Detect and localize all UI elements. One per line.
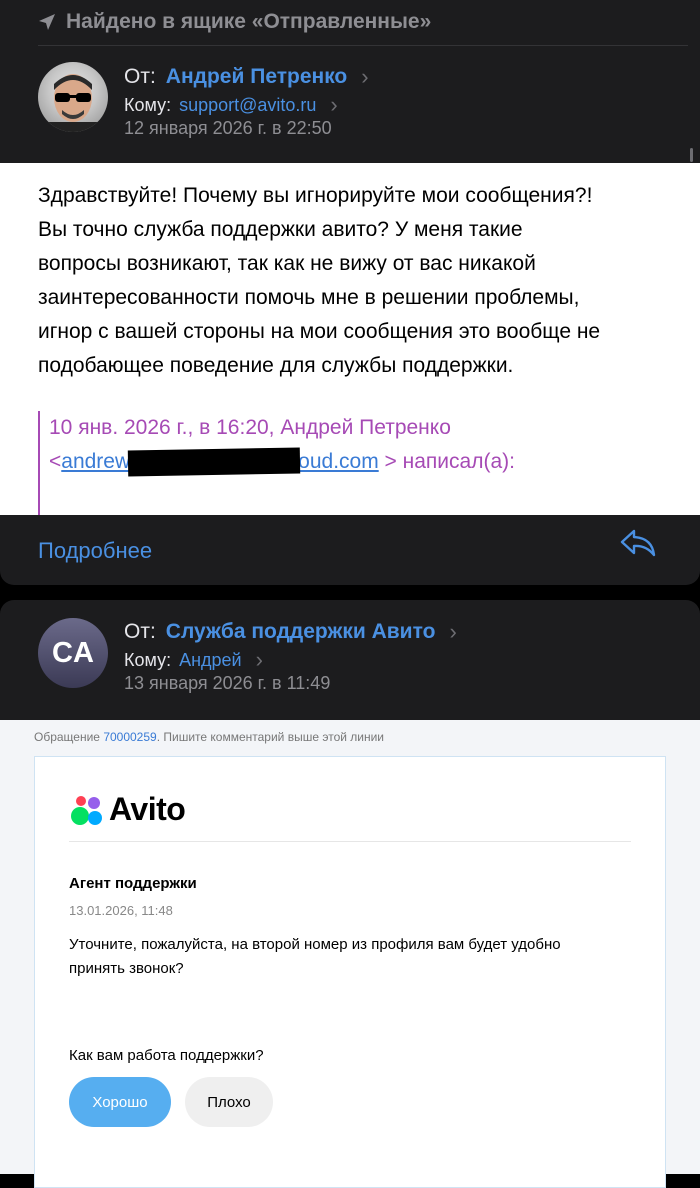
avito-logo: Avito [69, 791, 186, 828]
agent-title: Агент поддержки [69, 875, 197, 892]
recipient-link[interactable]: Андрей [179, 650, 242, 671]
to-label: Кому: [124, 649, 172, 670]
wrote-label: > написал(а): [384, 450, 515, 473]
divider [38, 45, 688, 46]
ticket-line: Обращение 70000259. Пишите комментарий в… [34, 730, 385, 744]
chevron-right-icon[interactable]: › [449, 619, 456, 645]
ticket-number-link[interactable]: 70000259 [103, 730, 156, 744]
redaction-bar [127, 447, 301, 477]
rate-good-button[interactable]: Хорошо [69, 1077, 171, 1127]
scroll-indicator[interactable] [690, 148, 693, 162]
rating-question: Как вам работа поддержки? [69, 1047, 264, 1064]
to-row: Кому: support@avito.ru › [124, 92, 338, 118]
location-arrow-icon [39, 14, 55, 30]
found-in-folder-bar: Найдено в ящике «Отправленные» [0, 0, 700, 45]
chevron-right-icon[interactable]: › [256, 647, 263, 673]
divider [69, 841, 631, 842]
to-row: Кому: Андрей › [124, 647, 263, 673]
to-label: Кому: [124, 94, 172, 115]
more-details-link[interactable]: Подробнее [38, 538, 152, 564]
avatar-photo-icon [43, 74, 103, 132]
rate-bad-button[interactable]: Плохо [185, 1077, 273, 1127]
message-date: 13 января 2026 г. в 11:49 [124, 673, 331, 693]
chevron-right-icon[interactable]: › [361, 64, 368, 90]
sender-name-link[interactable]: Андрей Петренко [166, 65, 347, 89]
support-message: Уточните, пожалуйста, на второй номер из… [69, 936, 561, 977]
from-label: От: [124, 65, 156, 88]
recipient-link[interactable]: support@avito.ru [179, 95, 316, 116]
avito-message-panel: Avito Агент поддержки 13.01.2026, 11:48 … [34, 756, 666, 1188]
quoted-reply: 10 янв. 2026 г., в 16:20, Андрей Петренк… [38, 411, 515, 515]
quote-email-link[interactable]: andrew [61, 450, 130, 473]
chevron-right-icon[interactable]: › [330, 92, 337, 118]
banner-text: Найдено в ящике «Отправленные» [66, 10, 432, 33]
sender-name-link[interactable]: Служба поддержки Авито [166, 620, 436, 644]
message-card-sent: От: Андрей Петренко › Кому: support@avit… [0, 45, 700, 585]
from-row: От: Служба поддержки Авито › [124, 619, 457, 645]
avito-logo-icon [71, 795, 102, 825]
avatar[interactable] [38, 62, 108, 132]
quote-email-link-end[interactable]: oud.com [298, 450, 379, 473]
email-body-text: Здравствуйте! Почему вы игнорируйте мои … [38, 184, 601, 377]
avito-email-body: Обращение 70000259. Пишите комментарий в… [0, 720, 700, 1188]
message-timestamp: 13.01.2026, 11:48 [69, 903, 173, 918]
avito-logo-text: Avito [109, 791, 186, 827]
from-label: От: [124, 620, 156, 643]
from-row: От: Андрей Петренко › [124, 64, 369, 90]
message-date: 12 января 2026 г. в 22:50 [124, 118, 332, 138]
email-body: Здравствуйте! Почему вы игнорируйте мои … [0, 163, 700, 515]
avatar[interactable]: CA [38, 618, 108, 688]
found-in-sent-banner[interactable]: Найдено в ящике «Отправленные» [38, 10, 431, 34]
quote-email-line: <andrew oud.com > написал(а): [49, 445, 515, 479]
reply-icon[interactable] [618, 527, 658, 561]
quote-header: 10 янв. 2026 г., в 16:20, Андрей Петренк… [49, 416, 451, 439]
message-card-received: CA От: Служба поддержки Авито › Кому: Ан… [0, 600, 700, 720]
